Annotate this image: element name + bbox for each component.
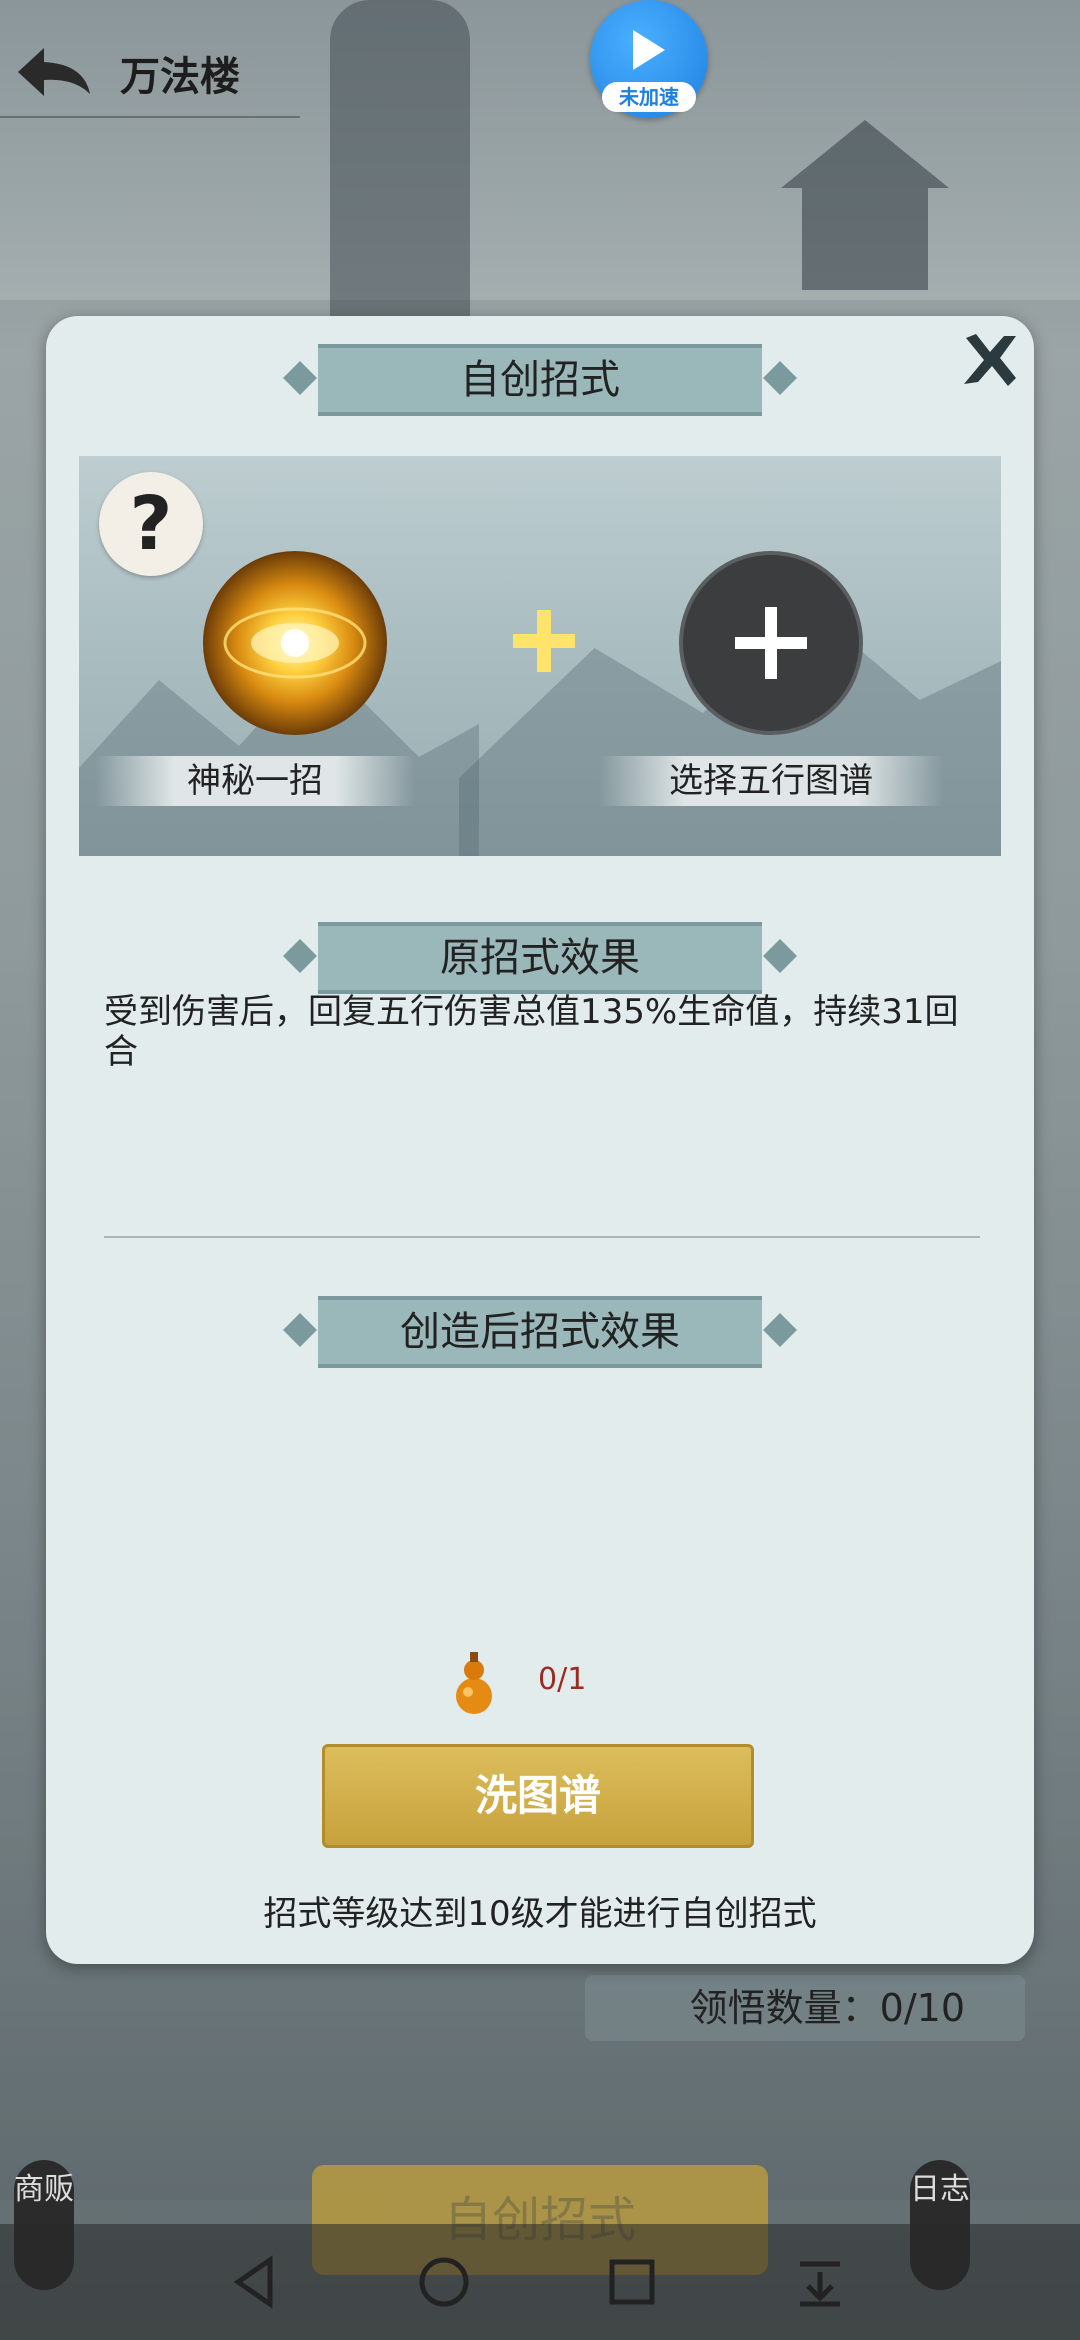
bg-tower [330, 0, 470, 330]
nav-menu-icon[interactable] [790, 2252, 850, 2312]
nav-home-icon[interactable] [414, 2252, 474, 2312]
original-effect-title: 原招式效果 [283, 922, 797, 994]
close-icon [964, 334, 1016, 386]
question-icon: ? [129, 481, 173, 567]
system-nav-bar [0, 2224, 1080, 2340]
left-slot-label: 神秘一招 [95, 756, 415, 806]
understand-count: 领悟数量：0/10 [585, 1975, 1025, 2041]
back-arrow-icon [18, 48, 90, 96]
right-slot-label: 选择五行图谱 [599, 756, 943, 806]
ribbon-right-ornament [763, 939, 797, 973]
speed-label: 未加速 [602, 82, 696, 112]
mystery-skill-slot[interactable] [203, 551, 387, 735]
dialog-title-text: 自创招式 [460, 357, 620, 403]
divider [104, 1236, 980, 1238]
select-wuxing-slot[interactable] [679, 551, 863, 735]
ribbon-left-ornament [283, 1313, 317, 1347]
create-move-dialog: 自创招式 ? 神秘一招 选择五行图谱 原招式效果 受到伤害后，回复五行伤害总值1… [46, 316, 1034, 1964]
ribbon-left-ornament [283, 361, 317, 395]
cost-count: 0/1 [538, 1662, 587, 1697]
close-button[interactable] [958, 328, 1022, 392]
skill-orb-icon [223, 607, 367, 679]
bg-pavilion [781, 120, 949, 290]
original-effect-text: 受到伤害后，回复五行伤害总值135%生命值，持续31回合 [104, 992, 959, 1072]
play-icon [633, 30, 665, 70]
nav-back-icon[interactable] [226, 2252, 286, 2312]
level-hint: 招式等级达到10级才能进行自创招式 [263, 1894, 817, 1934]
top-bar: 万法楼 [0, 20, 300, 118]
ribbon-right-ornament [763, 361, 797, 395]
help-button[interactable]: ? [99, 472, 203, 576]
add-icon [735, 607, 807, 679]
created-effect-title-text: 创造后招式效果 [400, 1309, 680, 1355]
plus-icon [513, 610, 575, 672]
nav-recents-icon[interactable] [602, 2252, 662, 2312]
wash-chart-button[interactable]: 洗图谱 [322, 1744, 754, 1848]
back-button[interactable] [14, 42, 94, 102]
created-effect-title: 创造后招式效果 [283, 1296, 797, 1368]
dialog-title: 自创招式 [283, 344, 797, 416]
speed-button[interactable]: 未加速 [590, 0, 708, 118]
gourd-icon [456, 1652, 492, 1714]
ribbon-right-ornament [763, 1313, 797, 1347]
original-effect-title-text: 原招式效果 [440, 935, 640, 981]
skill-combine-scene: ? 神秘一招 选择五行图谱 [79, 456, 1001, 856]
page-title: 万法楼 [120, 54, 240, 100]
ribbon-left-ornament [283, 939, 317, 973]
